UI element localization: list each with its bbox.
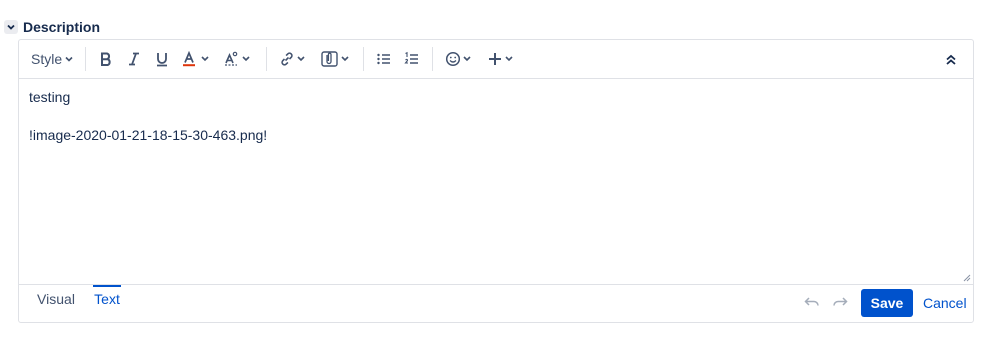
redo-button[interactable] xyxy=(832,295,848,314)
tab-text[interactable]: Text xyxy=(91,285,123,321)
link-button[interactable] xyxy=(275,45,313,73)
collapse-toolbar-button[interactable] xyxy=(941,46,961,74)
content-line: !image-2020-01-21-18-15-30-463.png! xyxy=(29,127,268,143)
editor-toolbar: Style xyxy=(19,40,973,79)
numbered-list-icon xyxy=(404,51,419,64)
undo-icon xyxy=(804,297,819,306)
italic-button[interactable] xyxy=(122,45,146,73)
section-title: Description xyxy=(23,19,101,35)
link-icon xyxy=(281,52,305,66)
text-effects-icon xyxy=(225,51,250,66)
toolbar-divider xyxy=(85,47,87,71)
content-line: testing xyxy=(29,89,71,105)
emoji-button[interactable] xyxy=(441,45,479,73)
toolbar-divider xyxy=(432,47,434,71)
underline-button[interactable] xyxy=(150,45,174,73)
editor-text-area[interactable]: testing !image-2020-01-21-18-15-30-463.p… xyxy=(19,79,973,285)
description-header: Description xyxy=(4,16,100,38)
toolbar-divider xyxy=(266,47,268,71)
redo-icon xyxy=(833,297,848,306)
rich-text-editor: Style testing !image-2020-01-21-18-15-30… xyxy=(18,39,974,323)
editor-footer: Visual Text Save Cancel xyxy=(19,285,973,323)
cancel-button[interactable]: Cancel xyxy=(919,289,971,317)
chevrons-up-icon xyxy=(946,54,956,65)
style-dropdown[interactable]: Style xyxy=(25,45,77,73)
resize-handle-icon[interactable] xyxy=(963,274,971,282)
paperclip-icon xyxy=(321,51,349,67)
emoji-icon xyxy=(446,51,471,67)
undo-button[interactable] xyxy=(804,295,820,314)
bullet-list-button[interactable] xyxy=(372,45,396,73)
plus-icon xyxy=(489,53,513,65)
text-color-button[interactable] xyxy=(178,45,216,73)
text-color-icon xyxy=(183,51,209,67)
tab-visual[interactable]: Visual xyxy=(31,285,81,321)
chevron-down-icon[interactable] xyxy=(4,20,18,34)
toolbar-divider xyxy=(363,47,365,71)
bold-icon xyxy=(101,52,111,66)
attachment-button[interactable] xyxy=(317,45,355,73)
save-button[interactable]: Save xyxy=(861,289,913,317)
bold-button[interactable] xyxy=(94,45,118,73)
insert-more-button[interactable] xyxy=(483,45,521,73)
style-label: Style xyxy=(31,51,63,67)
text-effects-button[interactable] xyxy=(220,45,258,73)
italic-icon xyxy=(129,52,140,66)
underline-icon xyxy=(157,53,168,67)
numbered-list-button[interactable] xyxy=(400,45,424,73)
bullet-list-icon xyxy=(377,53,391,65)
chevron-down-icon xyxy=(65,56,73,62)
